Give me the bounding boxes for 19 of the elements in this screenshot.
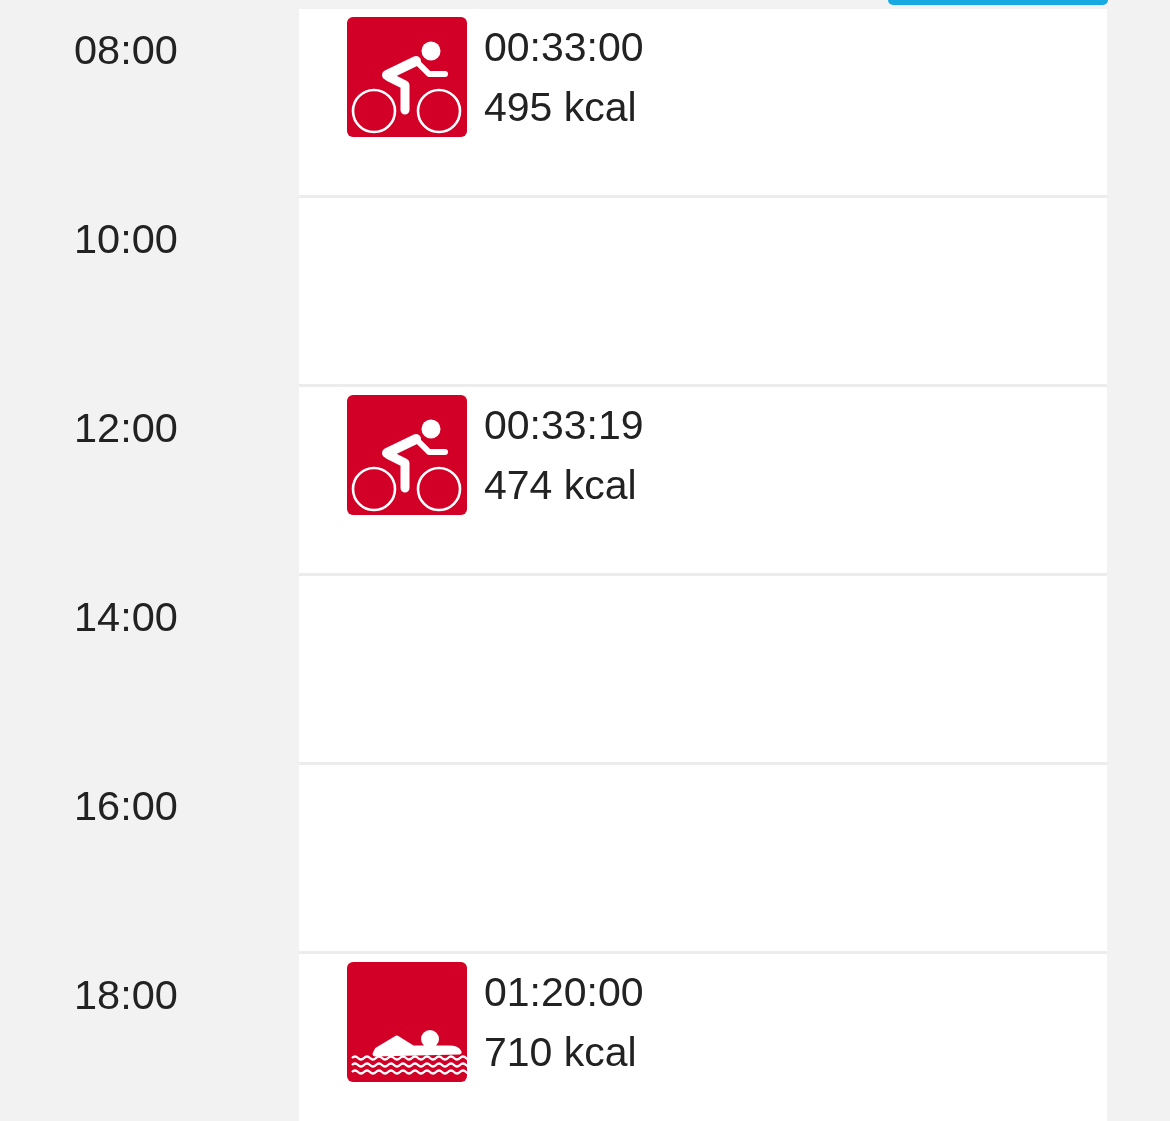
cyclist-icon <box>347 17 467 137</box>
time-slot[interactable]: 00:33:19 474 kcal <box>299 387 1107 576</box>
time-label: 18:00 <box>74 970 178 1020</box>
time-slot[interactable]: 01:20:00 710 kcal <box>299 954 1107 1121</box>
duration-text: 01:20:00 <box>484 968 644 1017</box>
duration-text: 00:33:00 <box>484 23 644 72</box>
cyclist-icon <box>347 395 467 515</box>
time-label: 14:00 <box>74 592 178 642</box>
time-label: 08:00 <box>74 25 178 75</box>
time-slot[interactable]: 00:33:00 495 kcal <box>299 9 1107 198</box>
top-tab-edge[interactable] <box>888 0 1108 5</box>
calories-text: 495 kcal <box>484 83 637 132</box>
time-label: 16:00 <box>74 781 178 831</box>
time-label: 10:00 <box>74 214 178 264</box>
calories-text: 474 kcal <box>484 461 637 510</box>
calories-text: 710 kcal <box>484 1028 637 1077</box>
duration-text: 00:33:19 <box>484 401 644 450</box>
swimmer-icon <box>347 962 467 1082</box>
time-label: 12:00 <box>74 403 178 453</box>
